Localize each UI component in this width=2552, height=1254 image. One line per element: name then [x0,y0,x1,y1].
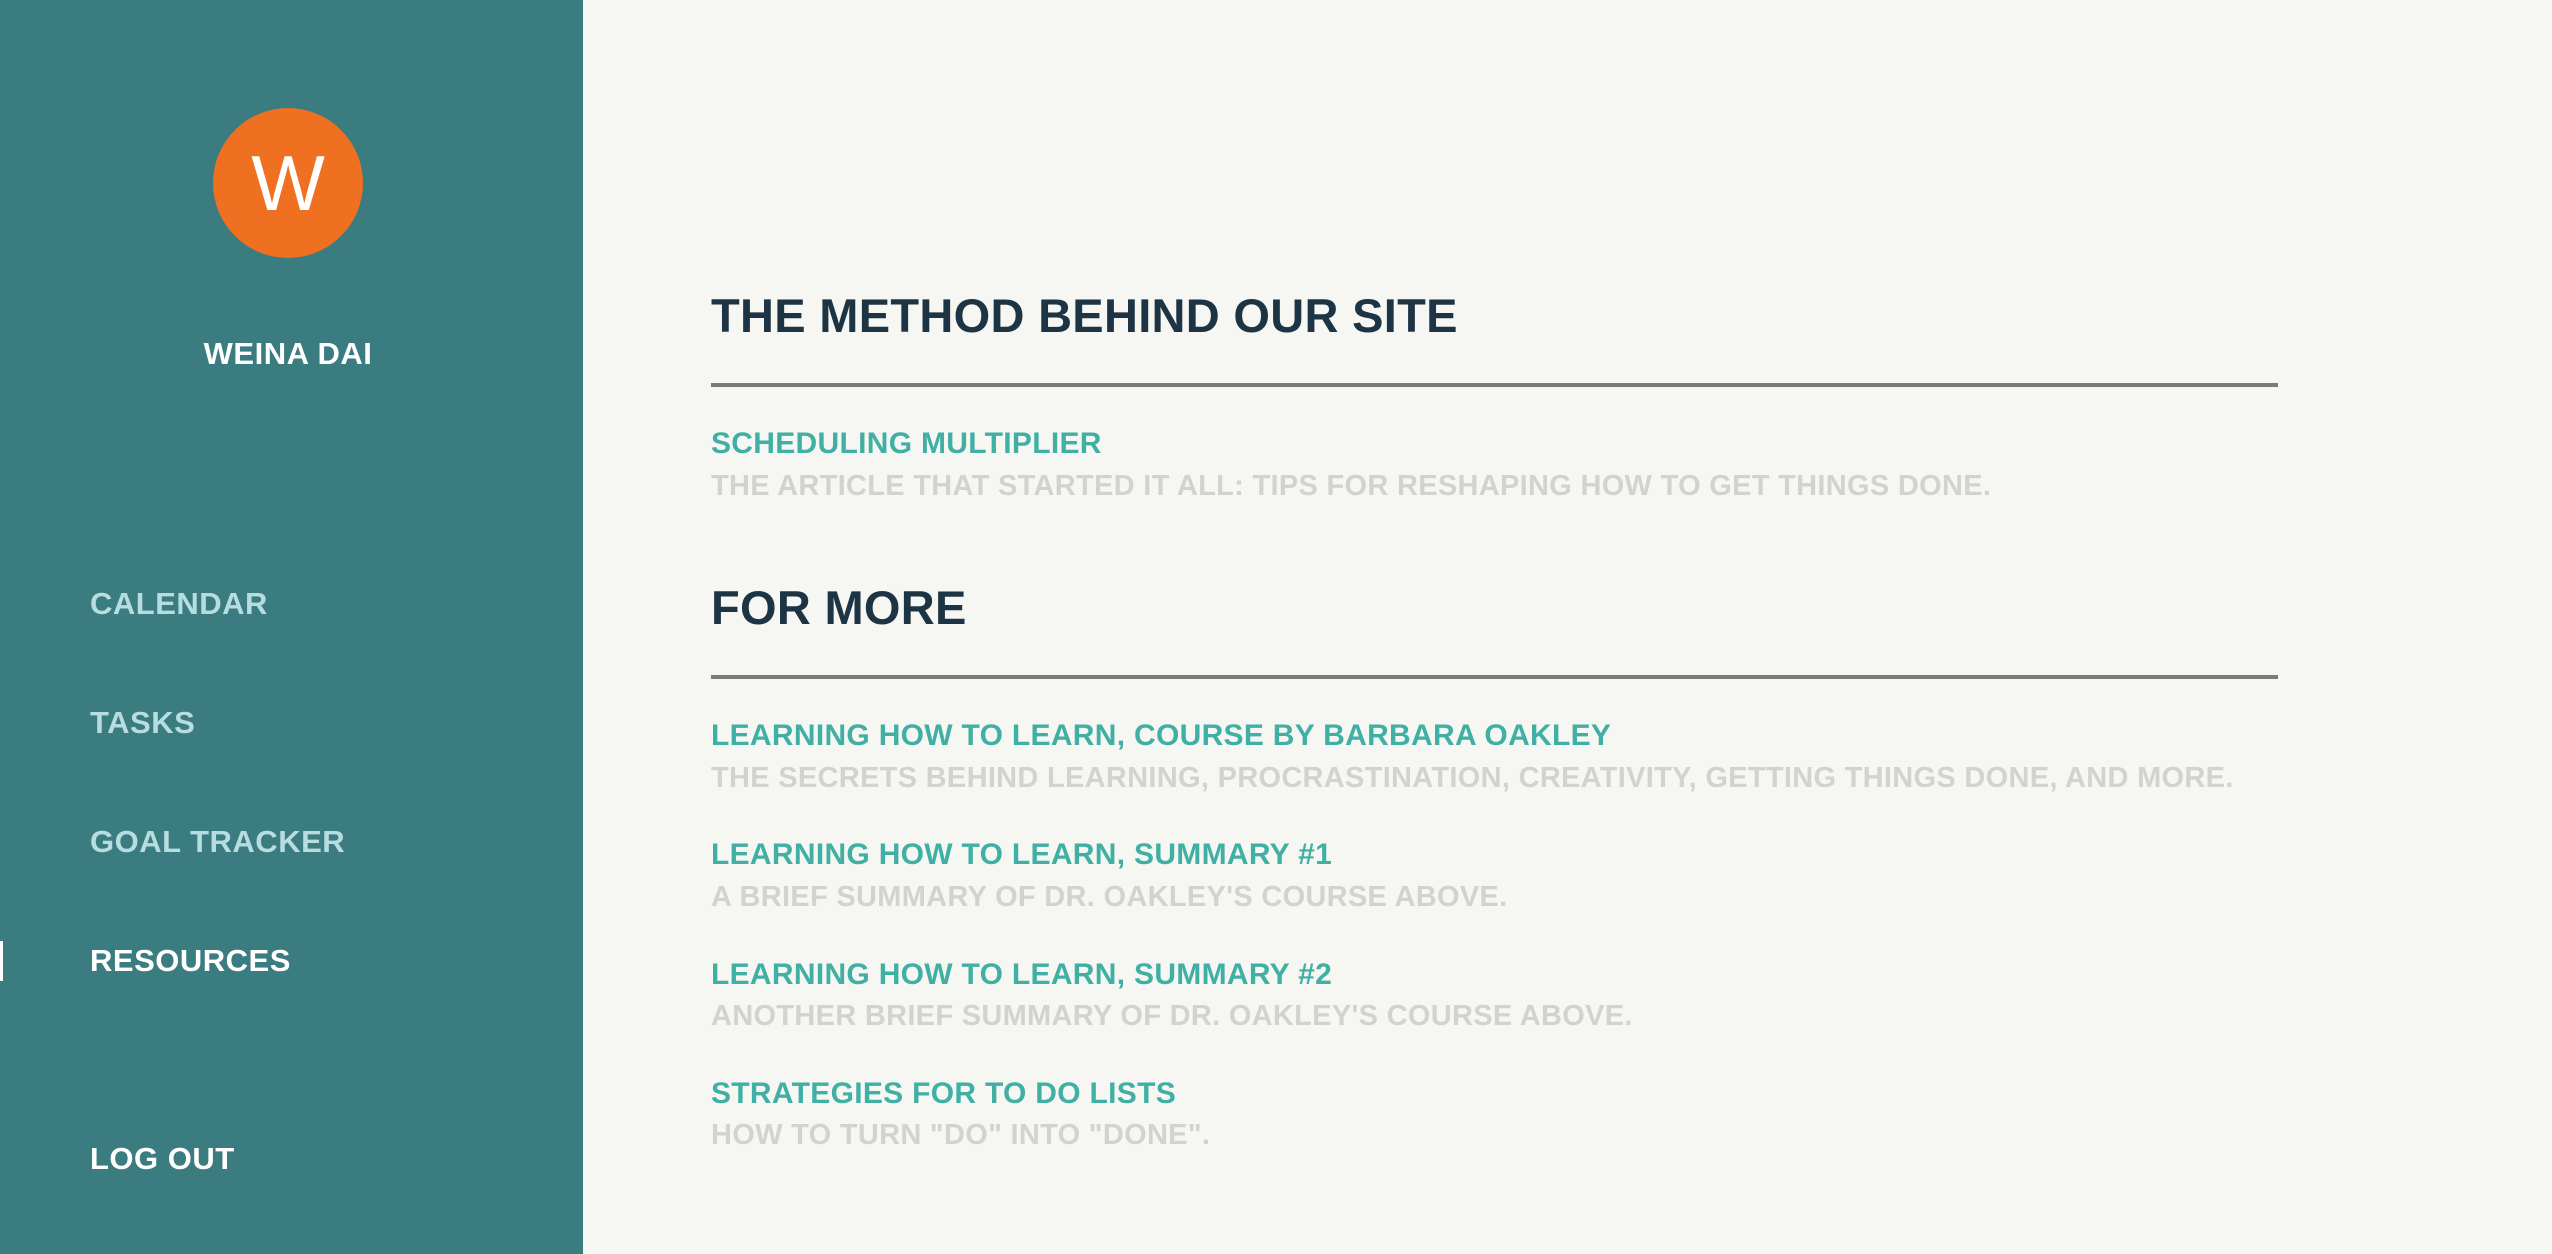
resource-description: A BRIEF SUMMARY OF DR. OAKLEY'S COURSE A… [711,881,1508,913]
sidebar-item-tasks[interactable]: TASKS [90,705,195,741]
sidebar-item-resources[interactable]: RESOURCES [90,943,291,979]
section-title-method: THE METHOD BEHIND OUR SITE [711,289,1458,342]
resource-description: THE ARTICLE THAT STARTED IT ALL: TIPS FO… [711,470,1992,502]
resource-description: THE SECRETS BEHIND LEARNING, PROCRASTINA… [711,762,2234,794]
resource-description: ANOTHER BRIEF SUMMARY OF DR. OAKLEY'S CO… [711,1000,1633,1032]
user-name: WEINA DAI [203,336,373,371]
active-nav-indicator [0,941,3,981]
resource-link-summary-2[interactable]: LEARNING HOW TO LEARN, SUMMARY #2 [711,958,1332,992]
avatar-initial: W [251,139,325,227]
avatar[interactable]: W [213,108,363,258]
app-root: W WEINA DAI CALENDAR TASKS GOAL TRACKER … [0,0,2552,1254]
section-divider [711,675,2278,679]
resource-link-learning-course[interactable]: LEARNING HOW TO LEARN, COURSE BY BARBARA… [711,719,1611,753]
section-divider [711,383,2278,387]
sidebar-item-calendar[interactable]: CALENDAR [90,586,268,622]
resource-link-todo-strategies[interactable]: STRATEGIES FOR TO DO LISTS [711,1077,1176,1111]
logout-button[interactable]: LOG OUT [90,1141,235,1177]
resource-description: HOW TO TURN "DO" INTO "DONE". [711,1119,1211,1151]
sidebar: W WEINA DAI CALENDAR TASKS GOAL TRACKER … [0,0,583,1254]
sidebar-item-goal-tracker[interactable]: GOAL TRACKER [90,824,345,860]
resource-link-summary-1[interactable]: LEARNING HOW TO LEARN, SUMMARY #1 [711,838,1332,872]
resource-link-scheduling-multiplier[interactable]: SCHEDULING MULTIPLIER [711,427,1102,461]
section-title-for-more: FOR MORE [711,581,967,634]
